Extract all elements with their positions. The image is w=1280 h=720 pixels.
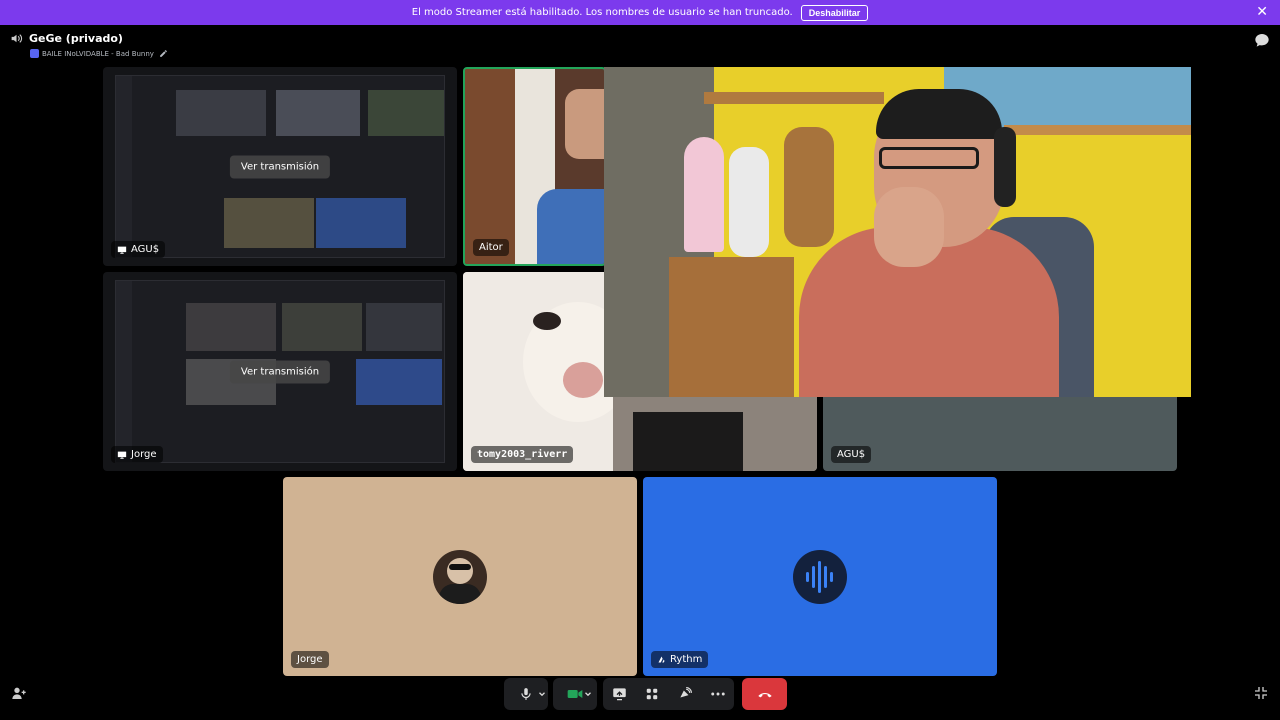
watch-stream-button[interactable]: Ver transmisión — [229, 360, 331, 383]
stream-icon — [117, 451, 127, 459]
disable-streamer-mode-button[interactable]: Deshabilitar — [800, 4, 869, 21]
camera-tile-aitor[interactable]: Aitor — [463, 67, 606, 266]
hangup-button[interactable] — [742, 678, 787, 710]
avatar — [433, 549, 487, 604]
user-tile-jorge[interactable]: Jorge — [283, 477, 637, 676]
participant-label: Jorge — [111, 446, 163, 463]
pencil-icon[interactable] — [159, 49, 168, 58]
exit-fullscreen-icon[interactable] — [1253, 685, 1269, 701]
sound-wave-icon — [806, 560, 833, 593]
participant-label: tomy2003_riverr — [471, 446, 574, 463]
focused-camera-feed[interactable] — [604, 67, 1191, 397]
participant-label: AGU$ — [831, 446, 872, 463]
participant-label: Aitor — [473, 239, 509, 256]
participant-label: Jorge — [291, 651, 329, 668]
mic-options-chevron-icon[interactable] — [530, 682, 554, 706]
activity-controls — [603, 678, 734, 710]
channel-title: GeGe (privado) — [29, 32, 123, 45]
channel-activity: BAILE INoLVIDABLE - Bad Bunny — [42, 49, 154, 58]
participant-name: tomy2003_riverr — [477, 449, 568, 460]
activities-icon[interactable] — [640, 682, 664, 706]
call-controls — [0, 678, 1280, 710]
participant-name: Aitor — [479, 242, 503, 253]
participant-name: AGU$ — [837, 449, 866, 460]
participant-label: Rythm — [651, 651, 709, 668]
participant-label: AGU$ — [111, 241, 166, 258]
streamer-mode-banner: El modo Streamer está habilitado. Los no… — [0, 0, 1280, 25]
stream-tile-agu[interactable]: Ver transmisión AGU$ — [103, 67, 457, 266]
screen-share-icon[interactable] — [607, 682, 631, 706]
stream-icon — [117, 246, 127, 254]
watch-stream-button[interactable]: Ver transmisión — [229, 155, 331, 178]
chat-icon[interactable] — [1254, 32, 1270, 48]
avatar — [793, 549, 847, 604]
invite-icon[interactable] — [11, 685, 27, 701]
banner-message: El modo Streamer está habilitado. Los no… — [411, 7, 793, 18]
camera-feed — [465, 69, 604, 264]
channel-header: GeGe (privado) BAILE INoLVIDABLE - Bad B… — [10, 32, 168, 58]
participant-name: Jorge — [297, 654, 323, 665]
participant-name: Rythm — [670, 654, 703, 665]
participant-name: AGU$ — [131, 244, 160, 255]
bot-icon — [658, 656, 665, 663]
participant-name: Jorge — [131, 449, 157, 460]
hangup-icon — [757, 693, 772, 698]
speaker-icon — [11, 34, 23, 43]
close-banner-icon[interactable]: ✕ — [1256, 4, 1268, 20]
stream-tile-jorge[interactable]: Ver transmisión Jorge — [103, 272, 457, 471]
bot-tile-rythm[interactable]: Rythm — [643, 477, 997, 676]
more-icon[interactable] — [706, 682, 730, 706]
activity-icon — [30, 49, 39, 58]
soundboard-icon[interactable] — [673, 682, 697, 706]
camera-options-chevron-icon[interactable] — [576, 682, 600, 706]
